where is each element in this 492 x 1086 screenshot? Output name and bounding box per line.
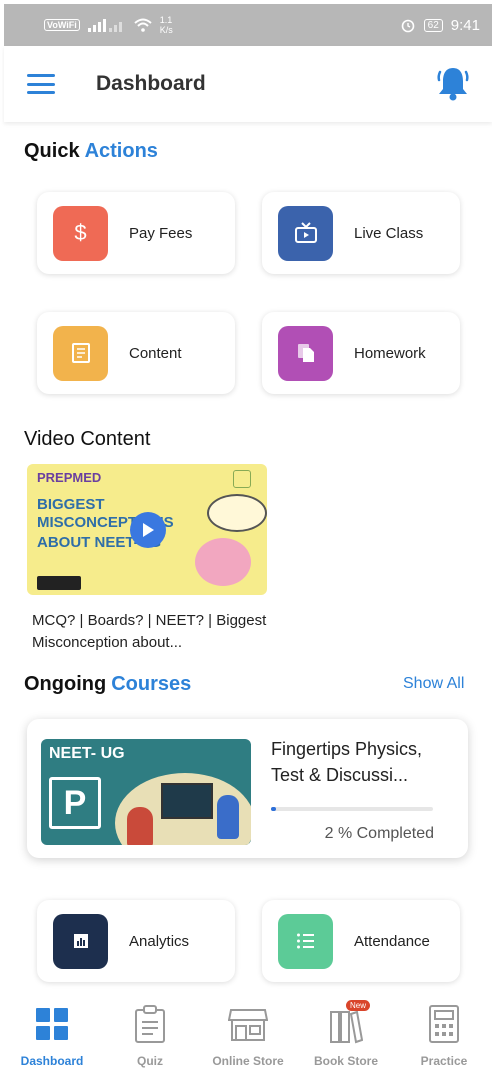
video-brand: PREPMED: [37, 470, 102, 485]
analytics-button[interactable]: Analytics: [37, 900, 235, 982]
nav-label: Practice: [420, 1054, 468, 1068]
store-badge: [37, 576, 81, 590]
list-icon: [278, 913, 333, 969]
nav-book-store[interactable]: New Book Store: [298, 1000, 394, 1068]
files-icon: [278, 325, 333, 381]
pay-fees-label: Pay Fees: [129, 224, 193, 242]
volte-indicator: VoWiFi: [44, 19, 80, 31]
student-illustration: [127, 807, 153, 845]
battery-indicator: 62: [423, 18, 443, 32]
heading-accent: Actions: [84, 140, 158, 162]
bottom-navigation: Dashboard Quiz Online Store New Book Sto…: [4, 996, 492, 1082]
alarm-icon: [401, 19, 414, 33]
calculator-icon: [429, 1005, 459, 1043]
heading-main: Quick: [24, 140, 80, 162]
play-button[interactable]: [130, 512, 166, 548]
heading-main: Ongoing: [24, 673, 107, 695]
course-logo: P: [49, 777, 101, 829]
pay-fees-button[interactable]: $ Pay Fees: [37, 192, 235, 274]
nav-label: Online Store: [212, 1054, 284, 1068]
live-class-button[interactable]: Live Class: [262, 192, 460, 274]
video-line-1: BIGGEST: [37, 496, 105, 513]
heading-accent: Courses: [111, 673, 192, 695]
course-progress-text: 2 % Completed: [324, 825, 434, 842]
status-time: 9:41: [450, 16, 480, 34]
live-class-label: Live Class: [354, 224, 424, 242]
hamburger-menu-icon[interactable]: [27, 74, 55, 94]
nav-label: Quiz: [137, 1054, 163, 1068]
bell-icon[interactable]: [436, 64, 470, 102]
status-bar: VoWiFi 1.1 K/s 62 9:41: [4, 4, 492, 46]
video-thumbnail[interactable]: PREPMED BIGGEST MISCONCEPTIONS ABOUT NEE…: [27, 464, 267, 595]
attendance-button[interactable]: Attendance: [262, 900, 460, 982]
speed-value: 1.1: [159, 15, 173, 25]
page-title: Dashboard: [96, 72, 206, 95]
brain-illustration: [195, 538, 251, 586]
course-thumb-title: NEET- UG: [49, 745, 125, 762]
app-bar: Dashboard: [4, 46, 492, 122]
play-icon: [143, 523, 154, 537]
course-thumbnail: NEET- UG P: [41, 739, 251, 845]
chalkboard-illustration: [161, 783, 213, 819]
signal-icon: [87, 19, 122, 32]
course-progress-bar: [271, 807, 433, 811]
ongoing-courses-heading: Ongoing Courses: [24, 673, 191, 696]
dollar-icon: $: [53, 205, 108, 261]
grid-icon: [36, 1008, 68, 1040]
nav-label: Book Store: [313, 1054, 378, 1068]
new-badge: New: [346, 1000, 371, 1011]
nav-quiz[interactable]: Quiz: [102, 1004, 198, 1068]
attendance-label: Attendance: [354, 932, 430, 950]
tv-icon: [278, 205, 333, 261]
quick-actions-heading: Quick Actions: [24, 140, 158, 163]
content-button[interactable]: Content: [37, 312, 235, 394]
video-content-heading: Video Content: [24, 428, 151, 450]
thought-cloud: [207, 494, 267, 532]
show-all-link[interactable]: Show All: [403, 675, 464, 693]
homework-label: Homework: [354, 344, 426, 362]
wifi-icon: [134, 18, 152, 32]
nav-practice[interactable]: Practice: [396, 1004, 492, 1068]
partner-logo: [233, 470, 251, 488]
content-label: Content: [129, 344, 182, 362]
clipboard-icon: [135, 1005, 165, 1043]
nav-dashboard[interactable]: Dashboard: [4, 1004, 100, 1068]
chart-icon: [53, 913, 108, 969]
analytics-label: Analytics: [129, 932, 190, 950]
course-card[interactable]: NEET- UG P Fingertips Physics, Test & Di…: [27, 719, 468, 858]
document-icon: [53, 325, 108, 381]
teacher-illustration: [217, 795, 239, 839]
network-speed: 1.1 K/s: [160, 15, 173, 35]
course-progress-fill: [271, 807, 276, 811]
speed-unit: K/s: [159, 25, 173, 35]
nav-label: Dashboard: [20, 1054, 84, 1068]
video-caption[interactable]: MCQ? | Boards? | NEET? | Biggest Misconc…: [32, 610, 272, 654]
nav-online-store[interactable]: Online Store: [200, 1004, 296, 1068]
homework-button[interactable]: Homework: [262, 312, 460, 394]
store-icon: [228, 1009, 268, 1041]
course-title: Fingertips Physics, Test & Discussi...: [271, 739, 423, 785]
